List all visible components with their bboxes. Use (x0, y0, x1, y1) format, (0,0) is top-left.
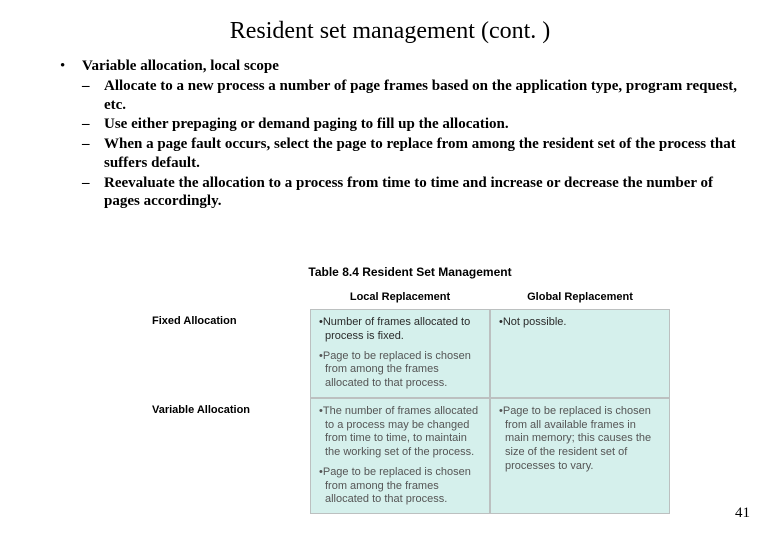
cell-text: •Page to be replaced is chosen from all … (499, 405, 661, 474)
sublist: – Allocate to a new process a number of … (82, 77, 740, 211)
col-header-global: Global Replacement (490, 289, 670, 309)
sub-text: Allocate to a new process a number of pa… (104, 77, 740, 115)
bullet-level1: • Variable allocation, local scope (60, 57, 740, 76)
dash-icon: – (82, 135, 104, 173)
slide-title: Resident set management (cont. ) (0, 0, 780, 53)
col-header-blank (150, 289, 310, 309)
cell-text: •Not possible. (499, 316, 661, 330)
col-header-local: Local Replacement (310, 289, 490, 309)
table-figure: Table 8.4 Resident Set Management Local … (150, 265, 670, 514)
cell-fixed-local: •Number of frames allocated to process i… (310, 309, 490, 398)
cell-text: •The number of frames allocated to a pro… (319, 405, 481, 460)
table: Local Replacement Global Replacement Fix… (150, 289, 670, 514)
dash-icon: – (82, 174, 104, 212)
content-block: • Variable allocation, local scope – All… (0, 53, 780, 211)
dash-icon: – (82, 115, 104, 134)
row-label-variable: Variable Allocation (150, 398, 310, 514)
page-number: 41 (735, 505, 750, 522)
bullet-dot: • (60, 57, 82, 76)
sub-text: Use either prepaging or demand paging to… (104, 115, 740, 134)
sub-text: When a page fault occurs, select the pag… (104, 135, 740, 173)
sub-item: – Use either prepaging or demand paging … (82, 115, 740, 134)
cell-variable-global: •Page to be replaced is chosen from all … (490, 398, 670, 514)
slide: Resident set management (cont. ) • Varia… (0, 0, 780, 540)
sub-item: – Allocate to a new process a number of … (82, 77, 740, 115)
row-label-fixed: Fixed Allocation (150, 309, 310, 398)
sub-item: – When a page fault occurs, select the p… (82, 135, 740, 173)
cell-text: •Page to be replaced is chosen from amon… (319, 350, 481, 391)
sub-text: Reevaluate the allocation to a process f… (104, 174, 740, 212)
cell-variable-local: •The number of frames allocated to a pro… (310, 398, 490, 514)
bullet-heading: Variable allocation, local scope (82, 57, 740, 76)
sub-item: – Reevaluate the allocation to a process… (82, 174, 740, 212)
table-caption: Table 8.4 Resident Set Management (150, 265, 670, 279)
cell-fixed-global: •Not possible. (490, 309, 670, 398)
cell-text: •Page to be replaced is chosen from amon… (319, 466, 481, 507)
cell-text: •Number of frames allocated to process i… (319, 316, 481, 344)
dash-icon: – (82, 77, 104, 115)
